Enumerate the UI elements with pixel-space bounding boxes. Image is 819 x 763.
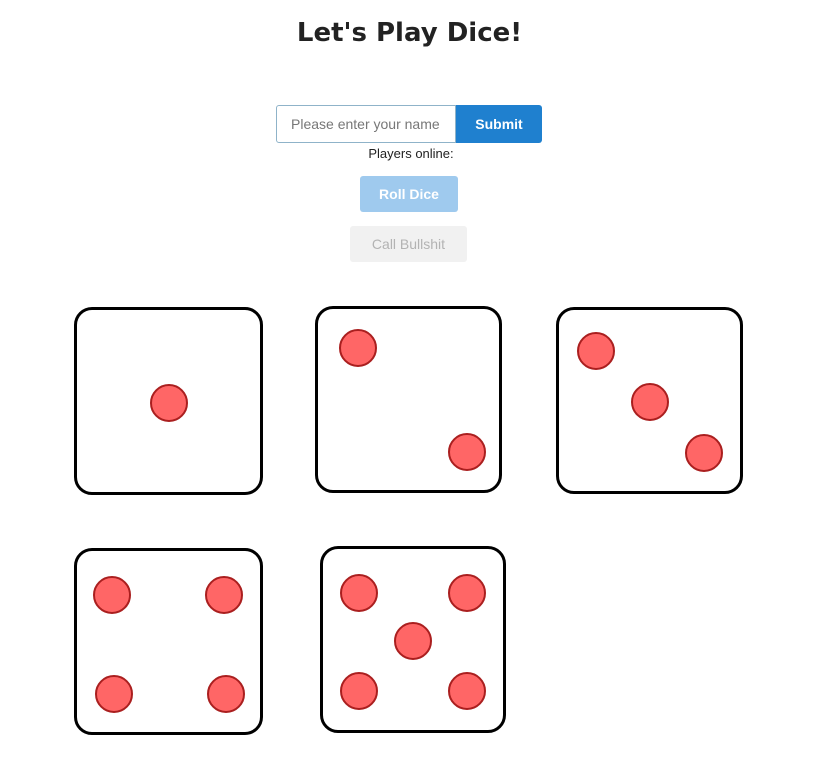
die-pip bbox=[394, 622, 432, 660]
die-pip bbox=[205, 576, 243, 614]
die-pip bbox=[95, 675, 133, 713]
die-pip bbox=[448, 672, 486, 710]
die-pip bbox=[577, 332, 615, 370]
die-5 bbox=[320, 546, 506, 733]
die-pip bbox=[631, 383, 669, 421]
die-pip bbox=[340, 672, 378, 710]
die-pip bbox=[150, 384, 188, 422]
name-input[interactable] bbox=[276, 105, 456, 143]
submit-button[interactable]: Submit bbox=[456, 105, 542, 143]
die-pip bbox=[340, 574, 378, 612]
die-pip bbox=[448, 574, 486, 612]
die-1 bbox=[74, 307, 263, 495]
die-3 bbox=[556, 307, 743, 494]
die-pip bbox=[685, 434, 723, 472]
players-online-label: Players online: bbox=[368, 146, 454, 161]
die-4 bbox=[74, 548, 263, 735]
die-pip bbox=[93, 576, 131, 614]
die-pip bbox=[339, 329, 377, 367]
die-pip bbox=[448, 433, 486, 471]
die-2 bbox=[315, 306, 502, 493]
roll-dice-button[interactable]: Roll Dice bbox=[360, 176, 458, 212]
die-pip bbox=[207, 675, 245, 713]
call-bullshit-button[interactable]: Call Bullshit bbox=[350, 226, 467, 262]
page-title: Let's Play Dice! bbox=[296, 18, 523, 48]
